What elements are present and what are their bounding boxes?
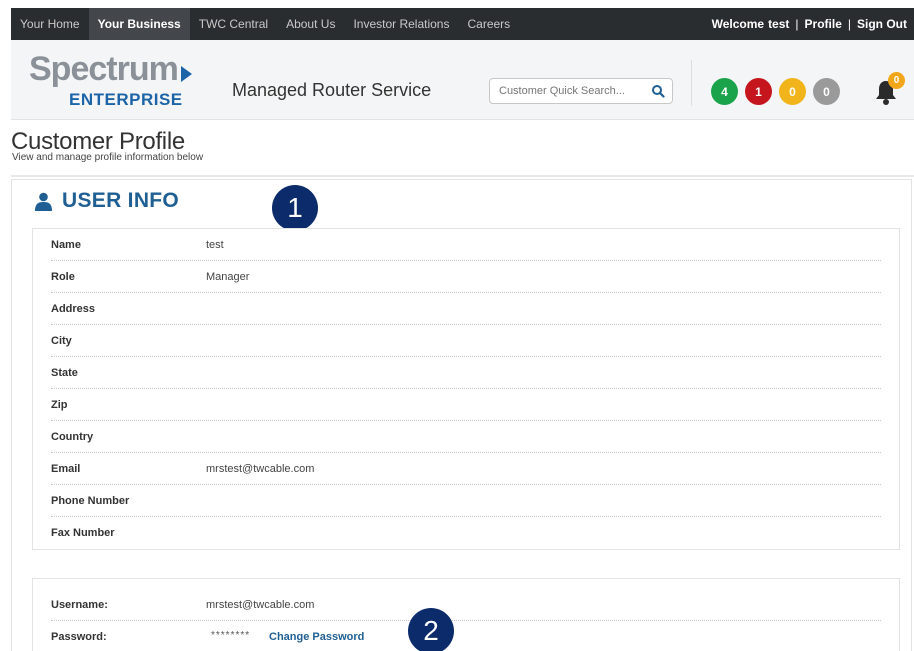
status-badge-gray[interactable]: 0 — [813, 78, 840, 105]
password-label: Password: — [51, 631, 107, 643]
detail-label: Email — [51, 463, 81, 475]
header-divider — [691, 60, 692, 106]
notifications-button[interactable]: 0 — [871, 72, 905, 106]
detail-row-role: Role Manager — [51, 261, 881, 293]
section-title: USER INFO — [34, 189, 179, 213]
search-input[interactable] — [499, 85, 649, 97]
sign-out-link[interactable]: Sign Out — [857, 17, 907, 31]
status-badge-red[interactable]: 1 — [745, 78, 772, 105]
callout-marker-2: 2 — [408, 608, 454, 651]
user-details-card: Name test Role Manager Address City Stat… — [32, 228, 900, 550]
detail-row-state: State — [51, 357, 881, 389]
detail-label: Name — [51, 239, 81, 251]
separator: | — [847, 17, 851, 31]
nav-your-home[interactable]: Your Home — [11, 8, 89, 40]
logo-arrow-icon — [181, 66, 192, 82]
detail-value: Manager — [206, 271, 250, 283]
credential-row-username: Username: mrstest@twcable.com — [51, 589, 881, 621]
service-name: Managed Router Service — [232, 80, 432, 100]
password-mask: ******** — [211, 630, 251, 641]
welcome-username: test — [768, 17, 790, 31]
separator: | — [795, 17, 799, 31]
detail-label: Country — [51, 431, 94, 443]
detail-label: City — [51, 335, 72, 347]
nav-about-us[interactable]: About Us — [277, 8, 344, 40]
nav-careers[interactable]: Careers — [458, 8, 519, 40]
detail-label: State — [51, 367, 78, 379]
callout-marker-1: 1 — [272, 185, 318, 231]
search-icon[interactable] — [651, 84, 665, 98]
site-header: Spectrum ENTERPRISE Managed Router Servi… — [11, 40, 914, 120]
detail-value: mrstest@twcable.com — [206, 463, 315, 475]
section-title-label: USER INFO — [62, 189, 180, 212]
detail-row-name: Name test — [51, 229, 881, 261]
detail-label: Phone Number — [51, 495, 130, 507]
username-label: Username: — [51, 599, 108, 611]
logo-wordmark: Spectrum — [29, 50, 179, 88]
user-info-panel: USER INFO 1 Name test Role Manager Addre… — [11, 179, 912, 651]
status-badge-green[interactable]: 4 — [711, 78, 738, 105]
profile-link[interactable]: Profile — [805, 17, 842, 31]
detail-row-fax: Fax Number — [51, 517, 881, 549]
nav-twc-central[interactable]: TWC Central — [190, 8, 277, 40]
detail-label: Fax Number — [51, 527, 115, 539]
page-subtitle: View and manage profile information belo… — [12, 152, 204, 163]
page-header: Customer Profile View and manage profile… — [11, 121, 914, 177]
change-password-link[interactable]: Change Password — [269, 631, 364, 643]
welcome-label: Welcome — [711, 17, 765, 31]
user-menu: Welcome test | Profile | Sign Out — [712, 17, 914, 31]
spectrum-enterprise-logo[interactable]: Spectrum ENTERPRISE — [29, 52, 199, 114]
credential-row-password: Password: ******** Change Password — [51, 621, 881, 651]
credentials-card: Username: mrstest@twcable.com Password: … — [32, 578, 900, 651]
logo-subtitle: ENTERPRISE — [69, 90, 183, 109]
top-navigation-bar: Your Home Your Business TWC Central Abou… — [11, 8, 914, 40]
detail-row-email: Email mrstest@twcable.com — [51, 453, 881, 485]
detail-label: Role — [51, 271, 75, 283]
detail-row-address: Address — [51, 293, 881, 325]
detail-label: Address — [51, 303, 96, 315]
status-badge-yellow[interactable]: 0 — [779, 78, 806, 105]
detail-value: test — [206, 239, 224, 251]
detail-row-phone: Phone Number — [51, 485, 881, 517]
status-badges: 4 1 0 0 — [711, 78, 840, 105]
nav-your-business[interactable]: Your Business — [88, 8, 190, 40]
customer-quick-search — [489, 78, 673, 104]
detail-row-zip: Zip — [51, 389, 881, 421]
nav-investor-relations[interactable]: Investor Relations — [344, 8, 458, 40]
detail-row-city: City — [51, 325, 881, 357]
detail-row-country: Country — [51, 421, 881, 453]
username-value: mrstest@twcable.com — [206, 599, 315, 611]
detail-label: Zip — [51, 399, 68, 411]
user-icon — [35, 192, 52, 211]
notification-count-badge: 0 — [888, 72, 905, 89]
